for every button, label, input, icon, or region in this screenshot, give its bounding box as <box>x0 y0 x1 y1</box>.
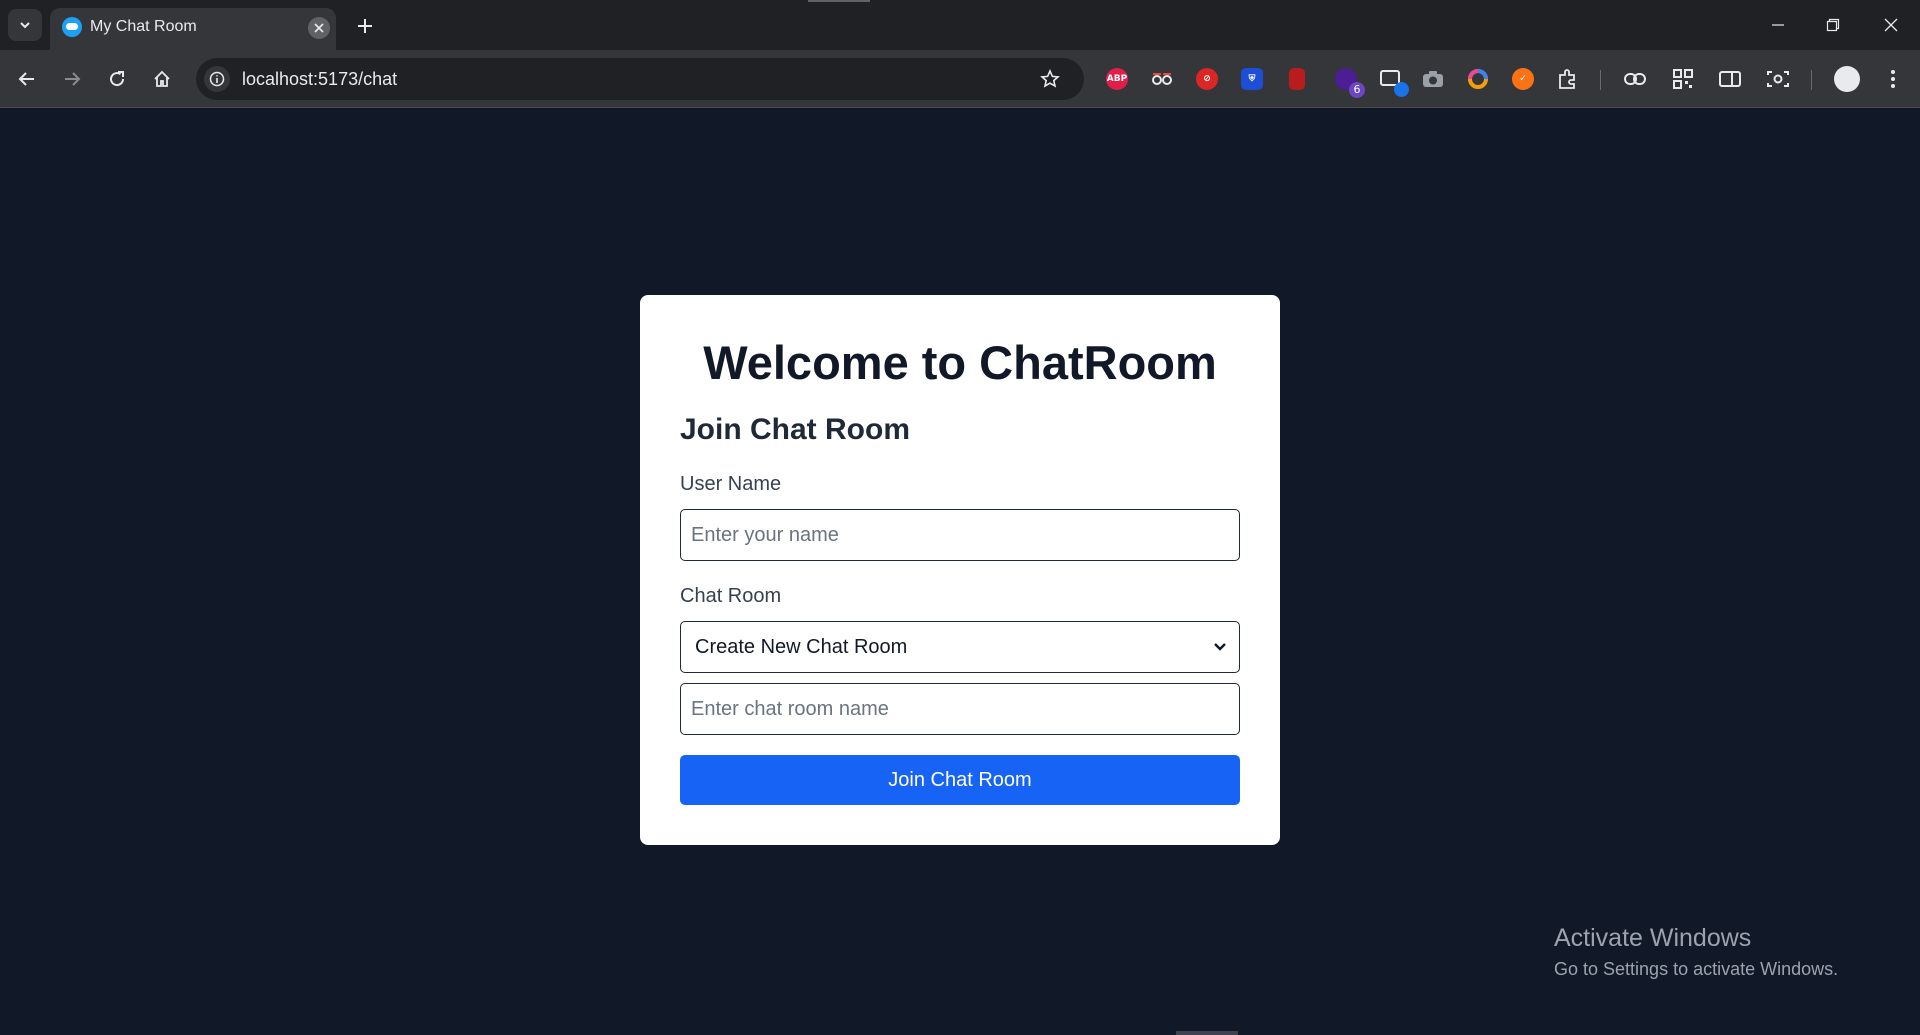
watermark-subtitle: Go to Settings to activate Windows. <box>1554 959 1839 979</box>
address-bar[interactable]: localhost:5173/chat <box>196 58 1084 100</box>
close-icon <box>314 23 324 33</box>
plus-icon <box>358 19 372 33</box>
chatroom-select[interactable]: Create New Chat Room <box>680 621 1240 673</box>
browser-toolbar: localhost:5173/chat ABP ⊘ ⛨ 6 ✓ <box>0 50 1920 108</box>
close-window-button[interactable] <box>1877 12 1905 38</box>
minimize-button[interactable] <box>1764 12 1792 38</box>
username-input[interactable] <box>680 509 1240 561</box>
reload-icon <box>110 71 125 87</box>
page-title: Welcome to ChatRoom <box>703 336 1217 389</box>
adblock-plus-icon[interactable]: ABP <box>1104 66 1130 92</box>
tab-strip: My Chat Room <box>0 0 1920 50</box>
arrow-right-icon <box>65 72 81 86</box>
puzzle-extensions-icon[interactable] <box>1555 66 1581 92</box>
username-label: User Name <box>680 473 782 495</box>
bottom-edge-indicator <box>1176 1031 1238 1035</box>
close-icon <box>1884 18 1898 32</box>
info-icon <box>209 71 225 87</box>
url-text: localhost:5173/chat <box>242 69 398 89</box>
restore-button[interactable] <box>1819 12 1847 38</box>
site-info-button[interactable] <box>204 66 230 92</box>
color-ring-extension-icon[interactable] <box>1465 66 1491 92</box>
qr-code-icon[interactable] <box>1670 66 1696 92</box>
watermark-title: Activate Windows <box>1554 924 1752 952</box>
forward-button[interactable] <box>56 63 88 95</box>
bookmark-star-button[interactable] <box>1038 67 1062 91</box>
arrow-left-icon <box>18 72 34 86</box>
form-heading: Join Chat Room <box>680 413 910 446</box>
camera-extension-icon[interactable] <box>1420 66 1446 92</box>
reload-button[interactable] <box>101 63 133 95</box>
extension-badge: 6 <box>1349 82 1365 98</box>
chat-favicon-icon <box>62 17 82 37</box>
star-icon <box>1040 69 1060 88</box>
profile-avatar[interactable] <box>1834 66 1860 92</box>
back-button[interactable] <box>11 63 43 95</box>
link-icon[interactable] <box>1622 66 1648 92</box>
join-chat-room-button[interactable]: Join Chat Room <box>680 755 1240 805</box>
star-badge-icon <box>1394 82 1409 97</box>
chatroom-name-input[interactable] <box>680 683 1240 735</box>
minimize-icon <box>1772 24 1784 26</box>
home-button[interactable] <box>146 63 178 95</box>
reading-mode-icon[interactable] <box>1717 66 1743 92</box>
window-extension-icon[interactable] <box>1378 66 1409 97</box>
chevron-down-icon <box>20 22 30 29</box>
chatroom-select-value: Create New Chat Room <box>695 635 908 658</box>
tab-close-button[interactable] <box>308 17 330 39</box>
activate-windows-watermark: Activate Windows Go to Settings to activ… <box>1554 924 1838 980</box>
orange-extension-icon[interactable]: ✓ <box>1510 66 1536 92</box>
toolbar-separator <box>1600 70 1601 90</box>
red-extension-icon[interactable]: ⊘ <box>1194 66 1220 92</box>
glasses-extension-icon[interactable] <box>1149 66 1175 92</box>
purple-extension-icon[interactable]: 6 <box>1333 66 1365 98</box>
shield-extension-icon[interactable]: ⛨ <box>1239 66 1265 92</box>
bookmark-extension-icon[interactable] <box>1284 66 1310 92</box>
join-chat-card: Welcome to ChatRoom Join Chat Room User … <box>640 295 1280 845</box>
new-tab-button[interactable] <box>352 13 378 39</box>
home-icon <box>154 70 170 87</box>
tab-title: My Chat Room <box>90 18 197 35</box>
more-menu-icon[interactable] <box>1880 66 1906 92</box>
toolbar-separator <box>1811 70 1812 90</box>
chatroom-label: Chat Room <box>680 585 782 607</box>
chevron-down-icon <box>1214 643 1226 651</box>
top-edge-indicator <box>808 0 870 2</box>
screenshot-icon[interactable] <box>1765 66 1791 92</box>
tab-search-button[interactable] <box>8 9 42 41</box>
restore-icon <box>1826 18 1840 32</box>
browser-tab[interactable]: My Chat Room <box>50 8 336 50</box>
